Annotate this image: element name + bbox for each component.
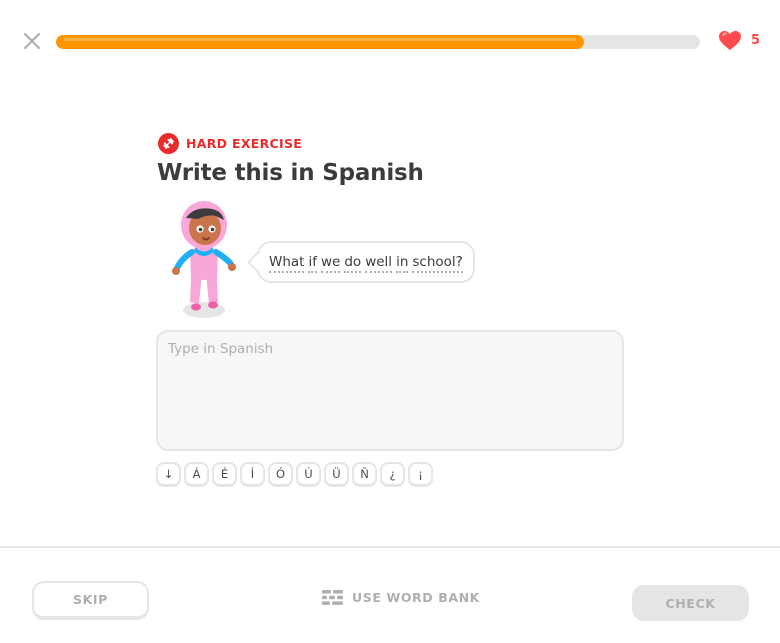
prompt-word[interactable]: in <box>396 253 409 273</box>
challenge-title: Write this in Spanish <box>157 160 424 186</box>
special-char-key[interactable]: Ü <box>324 462 349 487</box>
prompt-speech-bubble: What if we do well in school? <box>247 241 475 283</box>
heart-icon <box>719 31 741 50</box>
hearts-count: 5 <box>751 33 761 48</box>
special-char-key[interactable]: ↓ <box>156 462 181 487</box>
prompt-sentence: What if we do well in school? <box>269 253 463 273</box>
progress-bar <box>56 35 700 49</box>
prompt-word[interactable]: well <box>365 253 393 273</box>
prompt-word[interactable]: if <box>308 253 317 273</box>
special-char-key[interactable]: Ñ <box>352 462 377 487</box>
skip-button[interactable]: SKIP <box>32 581 149 620</box>
special-char-key[interactable]: Í <box>240 462 265 487</box>
dumbbell-icon <box>158 133 179 154</box>
footer-divider <box>0 546 780 548</box>
use-word-bank-button[interactable]: USE WORD BANK <box>322 590 480 605</box>
badge-label: HARD EXERCISE <box>186 136 303 151</box>
close-button[interactable] <box>22 31 42 51</box>
close-icon <box>23 32 41 50</box>
hard-exercise-badge: HARD EXERCISE <box>158 133 302 154</box>
special-char-key[interactable]: É <box>212 462 237 487</box>
prompt-word[interactable]: What <box>269 253 305 273</box>
word-bank-icon <box>322 590 343 605</box>
prompt-word[interactable]: we <box>321 253 341 273</box>
special-char-key[interactable]: Ú <box>296 462 321 487</box>
special-characters-bar: ↓ Á É Í Ó Ú Ü Ñ ¿ ¡ <box>156 462 433 487</box>
answer-input[interactable] <box>156 330 624 451</box>
special-char-key[interactable]: ¿ <box>380 462 405 487</box>
special-char-key[interactable]: Á <box>184 462 209 487</box>
character-illustration <box>168 200 240 322</box>
special-char-key[interactable]: Ó <box>268 462 293 487</box>
use-word-bank-label: USE WORD BANK <box>352 590 480 605</box>
check-button[interactable]: CHECK <box>632 585 749 621</box>
special-char-key[interactable]: ¡ <box>408 462 433 487</box>
prompt-word[interactable]: do <box>344 253 362 273</box>
prompt-word[interactable]: school? <box>412 253 463 273</box>
progress-fill <box>56 35 585 49</box>
hearts-counter[interactable]: 5 <box>718 30 760 51</box>
